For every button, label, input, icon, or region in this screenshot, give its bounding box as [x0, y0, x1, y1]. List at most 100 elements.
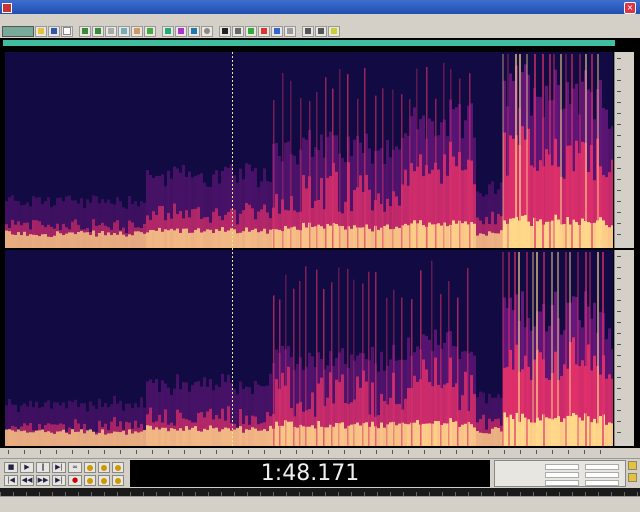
play-button[interactable]: ▶ [20, 462, 34, 473]
spectral-view-icon[interactable] [175, 25, 187, 37]
spectrogram-texture [386, 297, 388, 446]
spectrogram-texture [296, 427, 299, 446]
spectrogram-texture [203, 231, 206, 248]
go-to-end-button[interactable]: ▶| [52, 475, 66, 486]
app-icon[interactable] [2, 3, 12, 13]
spectrogram-texture [521, 413, 524, 446]
spectrogram-texture [377, 229, 380, 248]
time-ruler-tick [120, 450, 121, 454]
rewind-button[interactable]: ◀◀ [20, 475, 34, 486]
zoom-in-vertical-icon[interactable] [628, 461, 637, 470]
redo-icon[interactable] [92, 25, 104, 37]
spectrogram-texture [339, 68, 341, 248]
paste-icon[interactable] [131, 25, 143, 37]
spectrogram-texture [50, 432, 53, 446]
spectrogram-texture [485, 235, 488, 248]
overview-bar[interactable] [0, 38, 640, 50]
spectrogram-texture [116, 431, 119, 446]
spectrogram-texture [41, 234, 44, 248]
help-icon[interactable] [328, 25, 340, 37]
zoom-full-icon[interactable] [112, 462, 124, 473]
spectrogram-texture [68, 232, 71, 248]
spectrogram-texture [587, 222, 590, 248]
cut-icon[interactable] [105, 25, 117, 37]
spectrogram-texture [185, 426, 188, 446]
spectrogram-texture [164, 427, 167, 446]
zoom-out-horizontal-icon[interactable] [98, 462, 110, 473]
zoom-right-icon[interactable] [112, 475, 124, 486]
spectral-editor[interactable] [0, 50, 640, 448]
edit-view-toggle-button[interactable] [2, 25, 34, 37]
spectrogram-texture [185, 228, 188, 248]
time-ruler-tick [264, 450, 265, 454]
spectrogram-right-channel[interactable] [5, 250, 613, 446]
open-file-icon[interactable] [35, 25, 47, 37]
pause-button[interactable]: ‖ [36, 462, 50, 473]
time-ruler-tick [232, 450, 233, 454]
marquee-tool-icon[interactable] [315, 25, 327, 37]
cue-list-icon[interactable] [271, 25, 283, 37]
view-length-field[interactable] [585, 480, 619, 486]
selection-end-field[interactable] [585, 464, 619, 470]
spectrogram-texture [431, 260, 433, 446]
undo-icon[interactable] [79, 25, 91, 37]
spectrogram-left-channel[interactable] [5, 52, 613, 248]
zoom-selection-icon[interactable] [84, 475, 96, 486]
spectrogram-texture [571, 54, 573, 248]
spectrogram-texture [502, 252, 504, 446]
edit-tools-icon[interactable] [284, 25, 296, 37]
spectral-display-icon[interactable] [219, 25, 231, 37]
spectrogram-texture [401, 94, 403, 248]
play-to-end-button[interactable]: ▶| [52, 462, 66, 473]
spectrogram-texture [179, 232, 182, 248]
record-button[interactable]: ● [68, 475, 82, 486]
selection-begin-field[interactable] [545, 464, 579, 470]
zoom-in-horizontal-icon[interactable] [84, 462, 96, 473]
spectrogram-texture [242, 231, 245, 248]
ruler-tick [617, 157, 621, 158]
spectrogram-texture [579, 54, 581, 248]
view-end-field[interactable] [585, 472, 619, 478]
spectrogram-texture [491, 232, 494, 248]
zoom-left-icon[interactable] [98, 475, 110, 486]
frequency-analysis-icon[interactable] [245, 25, 257, 37]
spectrogram-texture [164, 229, 167, 248]
time-ruler-tick [152, 450, 153, 454]
mix-paste-icon[interactable] [144, 25, 156, 37]
cd-project-icon[interactable] [201, 25, 213, 37]
spectrogram-texture [599, 217, 602, 248]
spectrogram-texture [236, 233, 239, 248]
view-begin-field[interactable] [545, 472, 579, 478]
time-ruler[interactable] [0, 448, 640, 458]
playback-cursor[interactable] [232, 52, 233, 446]
time-ruler-tick [520, 450, 521, 454]
loop-button[interactable]: ∞ [68, 462, 82, 473]
copy-icon[interactable] [118, 25, 130, 37]
ruler-icon[interactable] [232, 25, 244, 37]
waveform-view-icon[interactable] [162, 25, 174, 37]
spectrogram-texture [128, 234, 131, 248]
go-to-start-button[interactable]: |◀ [4, 475, 18, 486]
spectrogram-texture [488, 231, 491, 248]
save-file-icon[interactable] [48, 25, 60, 37]
spectrogram-texture [206, 429, 209, 446]
spectrogram-texture [167, 230, 170, 248]
multitrack-view-icon[interactable] [188, 25, 200, 37]
spectrogram-texture [437, 223, 440, 248]
time-selection-tool-icon[interactable] [302, 25, 314, 37]
spectrogram-texture [167, 431, 170, 446]
close-button[interactable]: × [624, 2, 636, 14]
length-field[interactable] [545, 480, 579, 486]
zoom-out-vertical-icon[interactable] [628, 473, 637, 482]
overview-range[interactable] [3, 40, 615, 46]
spectrogram-texture [212, 428, 215, 446]
fast-forward-button[interactable]: ▶▶ [36, 475, 50, 486]
time-ruler-tick [72, 450, 73, 454]
spectrogram-texture [20, 235, 23, 248]
ruler-tick [617, 69, 621, 70]
new-file-icon[interactable] [61, 25, 73, 37]
spectrogram-texture [464, 221, 467, 248]
spectrogram-texture [426, 66, 428, 248]
stop-button[interactable]: ■ [4, 462, 18, 473]
phase-analysis-icon[interactable] [258, 25, 270, 37]
